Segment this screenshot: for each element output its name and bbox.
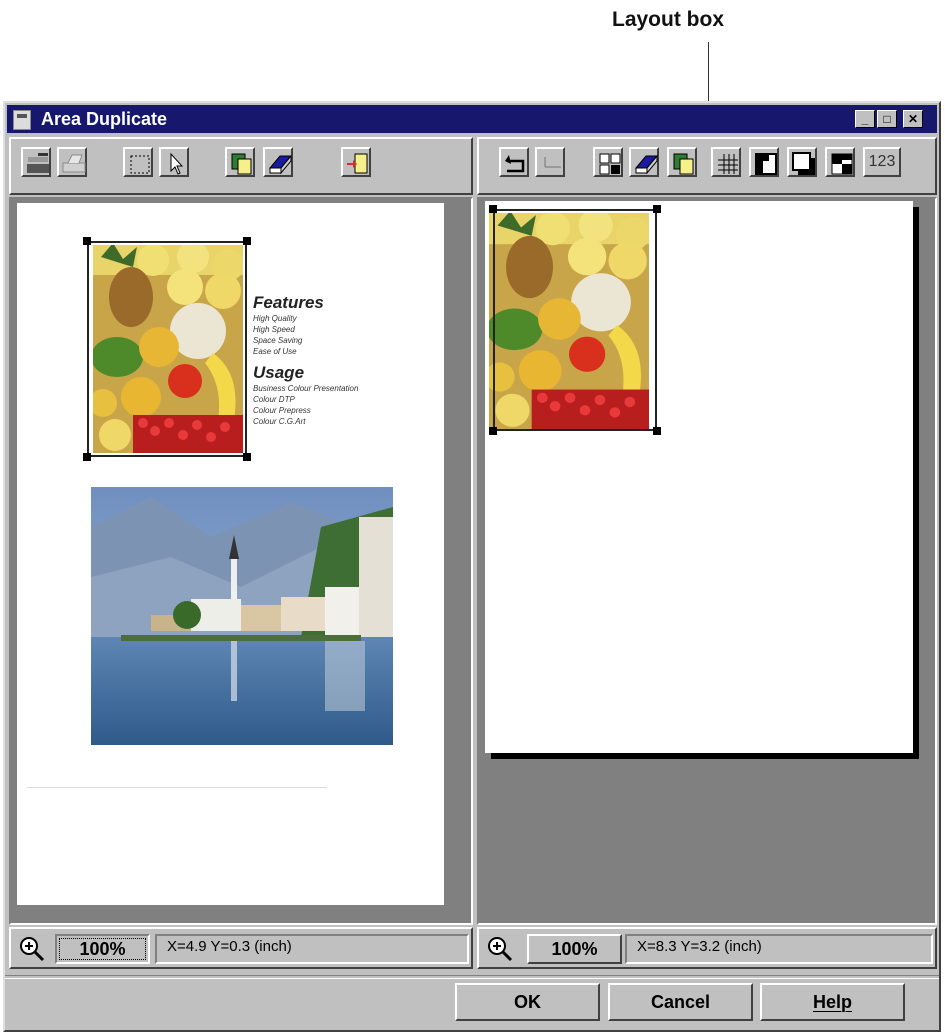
magnifier-icon [20, 937, 45, 962]
redo-icon [544, 157, 561, 168]
zoom-level[interactable]: 100% [55, 934, 150, 964]
scanner-icon [27, 153, 49, 173]
area-duplicate-window: Area Duplicate _ □ ✕ Features High Quali… [3, 101, 941, 1032]
features-item: High Speed [253, 325, 295, 334]
zoom-in-button[interactable] [17, 934, 47, 964]
left-document-page[interactable]: Features High Quality High Speed Space S… [17, 203, 444, 905]
features-heading: Features [253, 293, 324, 312]
right-toolbar: 123 [477, 137, 937, 195]
faint-rule [27, 787, 327, 788]
magnifier-icon [488, 937, 513, 962]
features-item: High Quality [253, 314, 297, 323]
selection-handle-bottom-right[interactable] [243, 453, 251, 461]
undo-icon [505, 155, 525, 173]
village-image[interactable] [91, 487, 393, 745]
copy-button[interactable] [667, 147, 697, 177]
grid-button[interactable] [711, 147, 741, 177]
zoom-level[interactable]: 100% [527, 934, 622, 964]
coordinate-readout: X=4.9 Y=0.3 (inch) [155, 934, 469, 964]
help-button[interactable]: Help [760, 983, 905, 1021]
selection-handle-bottom-left[interactable] [489, 427, 497, 435]
shadow-icon [792, 152, 815, 175]
copy-icon [231, 153, 252, 175]
app-icon [13, 110, 31, 130]
usage-item: Colour Prepress [253, 406, 311, 415]
cancel-button[interactable]: Cancel [608, 983, 753, 1021]
selection-handle-top-left[interactable] [83, 237, 91, 245]
title-bar[interactable]: Area Duplicate _ □ ✕ [7, 105, 937, 133]
undo-button[interactable] [499, 147, 529, 177]
window-title: Area Duplicate [41, 109, 168, 129]
usage-heading: Usage [253, 363, 305, 382]
zoom-in-button[interactable] [485, 934, 515, 964]
usage-item: Colour DTP [253, 395, 295, 404]
checker-icon [831, 153, 853, 175]
selection-handle-top-left[interactable] [489, 205, 497, 213]
copy-button[interactable] [225, 147, 255, 177]
pointer-arrow-icon [170, 152, 184, 175]
layout-page[interactable] [485, 201, 913, 753]
coordinate-readout: X=8.3 Y=3.2 (inch) [625, 934, 933, 964]
close-button[interactable]: ✕ [903, 110, 923, 128]
scan-button[interactable] [21, 147, 51, 177]
eraser-icon [268, 154, 293, 175]
arrange-icon [599, 153, 621, 175]
village-photo [91, 487, 393, 745]
right-canvas [477, 197, 937, 925]
copy-icon [673, 153, 694, 175]
features-block: Features High Quality High Speed Space S… [253, 293, 358, 427]
maximize-button[interactable]: □ [877, 110, 897, 128]
shadow-button[interactable] [787, 147, 817, 177]
arrange-button[interactable] [593, 147, 623, 177]
usage-item: Colour C.G.Art [253, 417, 306, 426]
ok-button[interactable]: OK [455, 983, 600, 1021]
import-icon [347, 153, 368, 174]
import-button[interactable] [341, 147, 371, 177]
selection-handle-bottom-left[interactable] [83, 453, 91, 461]
selection-handle-top-right[interactable] [653, 205, 661, 213]
features-item: Ease of Use [253, 347, 297, 356]
left-canvas: Features High Quality High Speed Space S… [9, 197, 473, 925]
left-toolbar [9, 137, 473, 195]
selection-handle-bottom-right[interactable] [653, 427, 661, 435]
pointer-button[interactable] [159, 147, 189, 177]
flip-icon [755, 153, 777, 175]
right-status-bar: 100% X=8.3 Y=3.2 (inch) [477, 927, 937, 969]
left-status-bar: 100% X=4.9 Y=0.3 (inch) [9, 927, 473, 969]
selection-frame[interactable] [87, 241, 247, 457]
checker-button[interactable] [825, 147, 855, 177]
eraser-icon [634, 154, 659, 175]
marquee-select-button[interactable] [123, 147, 153, 177]
features-item: Space Saving [253, 336, 303, 345]
usage-item: Business Colour Presentation [253, 384, 359, 393]
minimize-button[interactable]: _ [855, 110, 875, 128]
redo-button[interactable] [535, 147, 565, 177]
marquee-select-icon [130, 155, 150, 174]
print-button[interactable] [57, 147, 87, 177]
printer-icon [62, 154, 86, 173]
numbering-button[interactable]: 123 [863, 147, 901, 177]
flip-button[interactable] [749, 147, 779, 177]
layout-box-selection[interactable] [493, 209, 657, 431]
eraser-button[interactable] [629, 147, 659, 177]
dialog-divider [5, 975, 939, 979]
eraser-button[interactable] [263, 147, 293, 177]
grid-icon [718, 154, 738, 174]
layout-box-annotation: Layout box [612, 8, 725, 31]
selection-handle-top-right[interactable] [243, 237, 251, 245]
